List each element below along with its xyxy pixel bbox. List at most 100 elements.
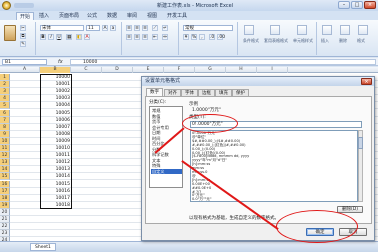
column-header[interactable]: D [102,67,133,73]
maximize-button[interactable]: □ [351,1,363,9]
align-center-icon[interactable]: ≡ [134,34,140,40]
row-header[interactable]: 6 [0,109,10,117]
column-header[interactable]: B [40,67,71,73]
cut-icon[interactable]: ✂ [20,25,26,31]
align-top-icon[interactable]: ≡ [126,25,132,31]
font-size-select[interactable]: 11 [86,25,100,31]
font-color-icon[interactable]: A [84,34,90,40]
indent-icon[interactable]: ⇤ [152,34,158,40]
format-cells-icon[interactable] [358,25,368,35]
align-left-icon[interactable]: ≡ [126,34,132,40]
column-header[interactable]: A [10,67,40,73]
currency-icon[interactable]: ¥ [183,34,189,40]
tab-home[interactable]: 开始 [16,12,35,20]
format-painter-icon[interactable]: ✎ [20,41,26,47]
column-header[interactable]: F [164,67,195,73]
paste-icon[interactable] [4,25,16,41]
delete-cells-icon[interactable] [340,25,350,35]
format-code-item[interactable]: 0.0"万""元" [192,198,212,201]
column-header[interactable]: H [226,67,257,73]
decrease-decimal-icon[interactable]: .00 [217,34,225,40]
column-header[interactable]: C [71,67,102,73]
row-header[interactable]: 15 [0,173,10,181]
cell-style-label[interactable]: 单元格样式 [291,38,315,44]
row-header[interactable]: 16 [0,180,10,188]
tab-data[interactable]: 数据 [104,12,120,20]
copy-icon[interactable]: ⧉ [20,33,26,39]
table-format-label[interactable]: 套用表格格式 [261,38,291,44]
row-header[interactable]: 21 [0,216,10,224]
row-header[interactable]: 3 [0,88,10,96]
close-button[interactable]: × [364,1,376,9]
font-name-select[interactable]: 宋体 [40,25,84,31]
row-header[interactable]: 20 [0,208,10,216]
row-header[interactable]: 19 [0,201,10,209]
grow-font-icon[interactable]: A [102,25,108,31]
dialog-tab-number[interactable]: 数字 [146,88,163,96]
row-header[interactable]: 2 [0,81,10,89]
comma-button[interactable]: , [199,34,205,40]
fx-icon[interactable]: fx [58,59,63,65]
insert-cells-icon[interactable] [322,25,332,35]
row-header[interactable]: 1 [0,74,10,82]
bold-button[interactable]: B [40,34,46,40]
delete-format-button[interactable]: 删除(D) [337,206,363,213]
row-header[interactable]: 11 [0,145,10,153]
format-list-scroll-thumb[interactable] [358,137,363,149]
shrink-font-icon[interactable]: a [110,25,116,31]
border-icon[interactable]: ▦ [66,34,72,40]
tab-insert[interactable]: 插入 [36,12,52,20]
merge-center-icon[interactable]: ⇔ [162,34,168,40]
row-header[interactable]: 12 [0,152,10,160]
align-bottom-icon[interactable]: ≡ [142,25,148,31]
fill-color-icon[interactable]: ◧ [76,34,82,40]
column-header[interactable]: I [257,67,288,73]
tab-developer[interactable]: 开发工具 [164,12,190,20]
conditional-format-icon[interactable] [244,25,254,35]
sheet-tab[interactable]: Sheet1 [30,243,56,251]
row-header[interactable]: 7 [0,116,10,124]
row-header[interactable]: 10 [0,137,10,145]
row-header[interactable]: 8 [0,123,10,131]
column-header[interactable]: E [133,67,164,73]
number-format-select[interactable]: 常规 [183,25,233,31]
increase-decimal-icon[interactable]: .0 [209,34,215,40]
row-header[interactable]: 4 [0,95,10,103]
tab-review[interactable]: 审阅 [124,12,140,20]
align-middle-icon[interactable]: ≡ [134,25,140,31]
row-header[interactable]: 9 [0,130,10,138]
dialog-tab-font[interactable]: 字体 [181,89,198,96]
column-header[interactable]: G [195,67,226,73]
name-box[interactable]: B1 [2,59,47,65]
row-header[interactable]: 13 [0,159,10,167]
tab-page-layout[interactable]: 页面布局 [56,12,82,20]
dialog-tab-protection[interactable]: 保护 [232,89,249,96]
italic-button[interactable]: I [48,34,54,40]
format-label[interactable]: 格式 [357,38,365,44]
formula-input[interactable]: 10000 [70,59,376,65]
quick-access-toolbar[interactable] [14,3,34,8]
tab-view[interactable]: 视图 [144,12,160,20]
dialog-tab-border[interactable]: 边框 [198,89,215,96]
row-header[interactable]: 14 [0,166,10,174]
cell-style-icon[interactable] [297,25,307,35]
align-right-icon[interactable]: ≡ [142,34,148,40]
category-list[interactable]: 常规数值货币会计专用日期时间百分比分数科学记数文本特殊自定义 [149,106,183,188]
row-header[interactable]: 23 [0,230,10,238]
format-code-list[interactable]: 0!.0000"万元" @"单位" $#,##0.00_);($#,##0.00) #… [190,130,358,202]
percent-button[interactable]: % [191,34,197,40]
underline-button[interactable]: U [56,34,62,40]
wrap-text-icon[interactable]: ↵ [162,25,168,31]
tab-formulas[interactable]: 公式 [84,12,100,20]
row-header[interactable]: 22 [0,223,10,231]
office-button[interactable] [2,1,11,10]
orientation-icon[interactable]: ⟋ [152,25,158,31]
insert-label[interactable]: 插入 [321,38,329,44]
row-header[interactable]: 17 [0,187,10,195]
table-format-icon[interactable] [270,25,280,35]
row-header[interactable]: 18 [0,194,10,202]
row-header[interactable]: 5 [0,102,10,110]
dialog-tab-fill[interactable]: 填充 [215,89,232,96]
conditional-format-label[interactable]: 条件格式 [240,38,262,44]
dialog-tab-alignment[interactable]: 对齐 [164,89,181,96]
